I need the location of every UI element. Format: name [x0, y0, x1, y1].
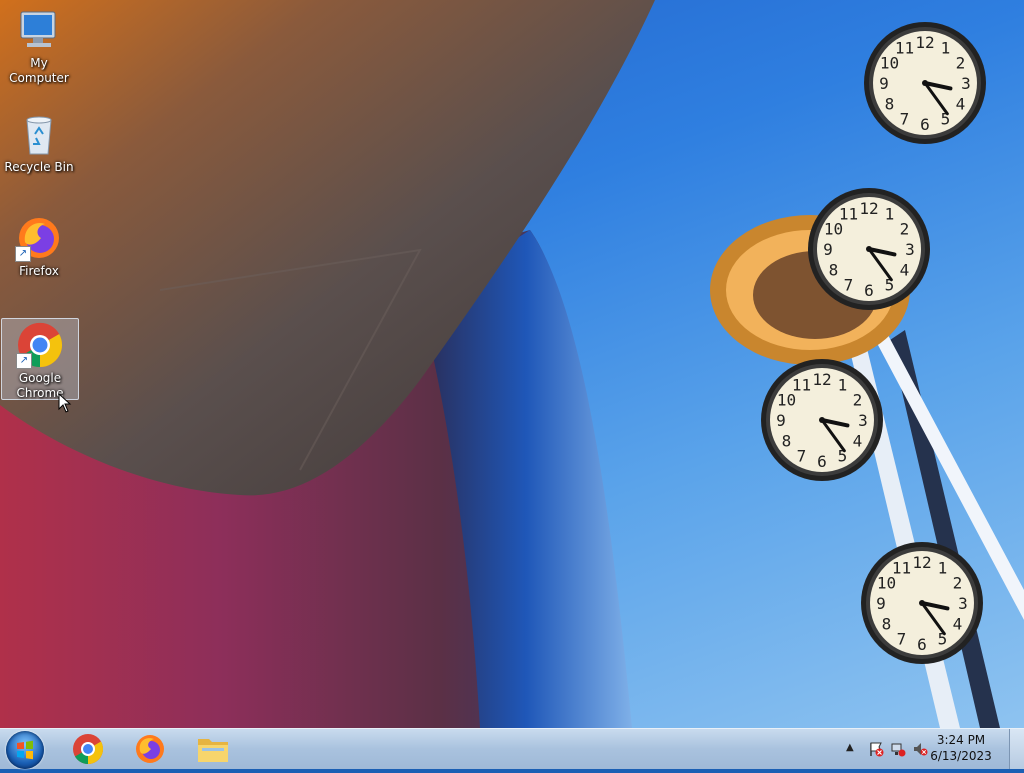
clock-gadget[interactable]: 1 2 3 4 5 6 7 8 9 10 11 12	[859, 540, 985, 666]
clock-numeral: 7	[844, 276, 854, 295]
clock-numeral: 3	[858, 411, 868, 430]
clock-numeral: 11	[892, 558, 911, 577]
desktop-icon-label: Firefox	[19, 264, 59, 278]
clock-face: 1234567891011 12	[861, 542, 983, 664]
taskbar: ▲ 3:24 PM 6/13/2023	[0, 728, 1024, 769]
desktop-icon-my-computer[interactable]: My Computer	[1, 6, 77, 85]
windows-logo-icon	[17, 740, 33, 760]
clock-numeral: 2	[953, 574, 963, 593]
recycle-bin-icon	[15, 110, 63, 158]
clock-numeral: 8	[882, 615, 892, 634]
clock-numeral: 3	[958, 594, 968, 613]
clock-hub	[919, 600, 925, 606]
network-icon[interactable]	[890, 741, 906, 757]
clock-numeral: 8	[829, 261, 839, 280]
clock-numeral: 9	[879, 74, 889, 93]
clock-numeral: 8	[782, 432, 792, 451]
clock-numeral: 1	[938, 558, 948, 577]
taskbar-clock[interactable]: 3:24 PM 6/13/2023	[926, 732, 996, 764]
mouse-cursor-icon	[58, 393, 72, 413]
desktop-icon-google-chrome[interactable]: ↗ Google Chrome	[1, 318, 79, 400]
show-desktop-button[interactable]	[1009, 729, 1024, 769]
clock-numeral: 6	[817, 452, 827, 471]
tray-time: 3:24 PM	[936, 733, 986, 747]
clock-numeral: 3	[905, 240, 915, 259]
clock-numeral: 6	[920, 115, 930, 134]
clock-gadget[interactable]: 1 2 3 4 5 6 7 8 9 10 11 12	[759, 357, 885, 483]
clock-gadget[interactable]: 1 2 3 4 5 6 7 8 9 10 11 12	[862, 20, 988, 146]
desktop-icon-label: Recycle Bin	[4, 160, 74, 174]
clock-numeral: 12	[812, 370, 831, 389]
clock-numeral: 2	[853, 391, 863, 410]
clock-numeral: 8	[885, 95, 895, 114]
clock-gadget[interactable]: 1 2 3 4 5 6 7 8 9 10 11 12	[806, 186, 932, 312]
clock-numeral: 6	[864, 281, 874, 300]
clock-numeral: 6	[917, 635, 927, 654]
clock-numeral: 4	[956, 95, 966, 114]
show-hidden-icons-icon[interactable]: ▲	[846, 742, 862, 758]
taskbar-app-chrome[interactable]	[64, 731, 112, 767]
shortcut-arrow-icon: ↗	[15, 246, 31, 262]
clock-numeral: 9	[823, 240, 833, 259]
clock-numeral: 1	[885, 204, 895, 223]
clock-numeral: 2	[900, 220, 910, 239]
clock-numeral: 4	[953, 615, 963, 634]
clock-numeral: 1	[838, 375, 848, 394]
clock-hub	[819, 417, 825, 423]
desktop-icon-label: My Computer	[9, 56, 69, 85]
taskbar-app-explorer[interactable]	[189, 731, 237, 767]
clock-numeral: 9	[876, 594, 886, 613]
computer-icon	[15, 6, 63, 54]
clock-numeral: 12	[915, 33, 934, 52]
clock-numeral: 12	[859, 199, 878, 218]
firefox-icon	[136, 735, 164, 763]
chrome-icon: ↗	[16, 321, 64, 369]
clock-numeral: 11	[895, 38, 914, 57]
system-tray: ▲ 3:24 PM 6/13/2023	[844, 729, 1024, 769]
desktop-icon-recycle-bin[interactable]: Recycle Bin	[1, 110, 77, 176]
clock-numeral: 11	[792, 375, 811, 394]
clock-face: 1234567891011 12	[864, 22, 986, 144]
clock-numeral: 4	[853, 432, 863, 451]
start-button[interactable]	[6, 731, 44, 769]
firefox-icon: ↗	[15, 214, 63, 262]
action-center-flag-icon[interactable]	[868, 741, 884, 757]
taskbar-app-firefox[interactable]	[126, 731, 174, 767]
clock-numeral: 7	[900, 110, 910, 129]
clock-numeral: 1	[941, 38, 951, 57]
desktop-icon-firefox[interactable]: ↗ Firefox	[1, 214, 77, 280]
chrome-icon	[73, 734, 104, 764]
clock-face: 1234567891011 12	[761, 359, 883, 481]
clock-numeral: 2	[956, 54, 966, 73]
clock-numeral: 7	[797, 447, 807, 466]
clock-numeral: 7	[897, 630, 907, 649]
clock-numeral: 9	[776, 411, 786, 430]
clock-numeral: 3	[961, 74, 971, 93]
shortcut-arrow-icon: ↗	[16, 353, 32, 369]
clock-hub	[866, 246, 872, 252]
folder-icon	[198, 739, 228, 762]
clock-numeral: 11	[839, 204, 858, 223]
clock-hub	[922, 80, 928, 86]
clock-face: 1234567891011 12	[808, 188, 930, 310]
tray-date: 6/13/2023	[930, 749, 992, 763]
desktop-icon-label: Google Chrome	[16, 371, 64, 400]
clock-numeral: 12	[912, 553, 931, 572]
clock-numeral: 4	[900, 261, 910, 280]
